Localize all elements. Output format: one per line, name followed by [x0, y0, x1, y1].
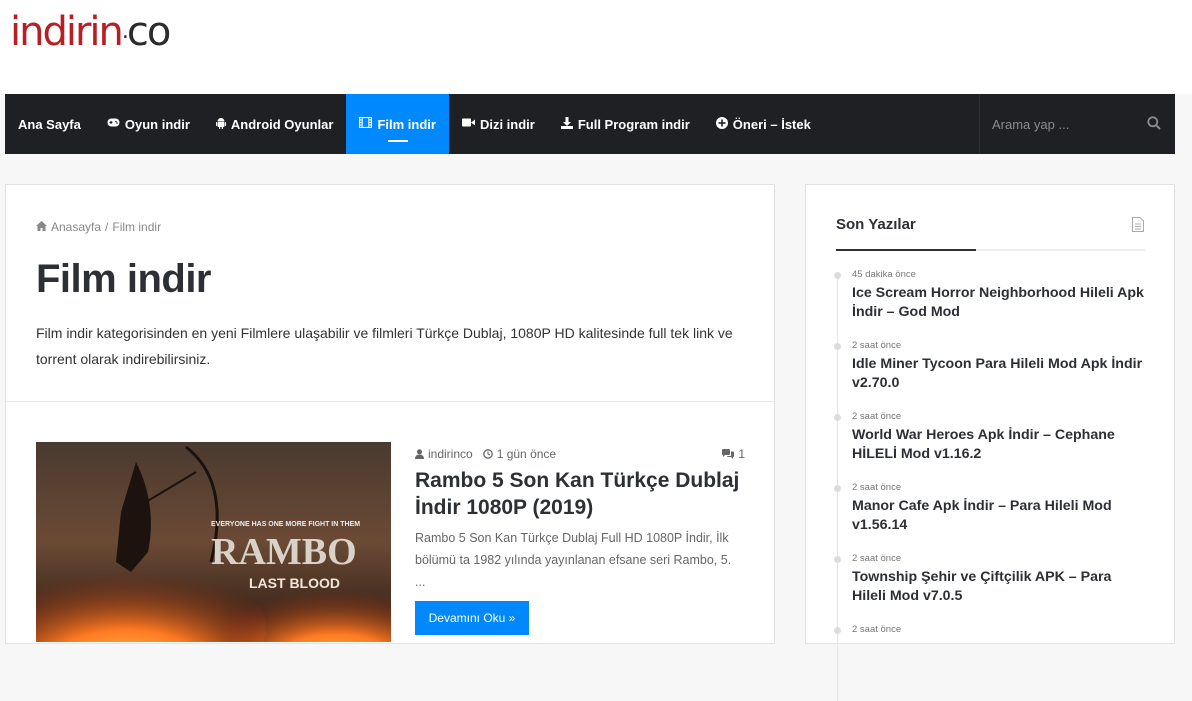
nav-item-label: Öneri – İstek: [732, 116, 811, 132]
timeline-dot: [834, 556, 841, 563]
site-logo[interactable]: indirin. co: [10, 9, 171, 55]
timeline-dot: [834, 485, 841, 492]
sidebar-recent-posts: Son Yazılar 45 dakika önce Ice Scream Ho…: [805, 184, 1175, 701]
breadcrumb: Anasayfa / Film indir: [36, 220, 161, 234]
search-input[interactable]: [992, 116, 1142, 132]
post-time: 45 dakika önce: [852, 269, 916, 280]
film-icon: [359, 116, 373, 131]
category-description: Film indir kategorisinden en yeni Filmle…: [36, 325, 733, 367]
search-icon[interactable]: [1147, 116, 1161, 130]
post-link[interactable]: Manor Cafe Apk İndir – Para Hileli Mod v…: [852, 497, 1145, 535]
widget-title: Son Yazılar: [836, 216, 916, 233]
nav-item-series[interactable]: Dizi indir: [449, 94, 548, 154]
nav-item-movies[interactable]: Film indir: [346, 94, 449, 154]
video-camera-icon: [461, 118, 475, 130]
section-divider: [6, 401, 774, 402]
list-item[interactable]: 2 saat önce: [834, 624, 1145, 701]
thumb-tagline: EVERYONE HAS ONE MORE FIGHT IN THEM: [211, 521, 360, 528]
list-item[interactable]: 2 saat önce Manor Cafe Apk İndir – Para …: [834, 482, 1145, 559]
breadcrumb-current: Film indir: [112, 220, 162, 234]
page-title: Film indir: [36, 257, 212, 301]
post-time: 2 saat önce: [852, 482, 902, 493]
post-excerpt: Rambo 5 Son Kan Türkçe Dublaj Full HD 10…: [415, 531, 732, 589]
download-icon: [560, 116, 573, 132]
nav-item-label: Ana Sayfa: [18, 116, 81, 132]
timeline-dot: [834, 343, 841, 350]
timeline-dot: [834, 627, 841, 634]
post-date: 1 gün önce: [482, 447, 556, 461]
comments-icon: [722, 449, 735, 459]
nav-item-home[interactable]: Ana Sayfa: [5, 94, 94, 154]
logo-text-secondary: co: [126, 9, 171, 55]
search-box: [979, 94, 1175, 154]
list-item[interactable]: 45 dakika önce Ice Scream Horror Neighbo…: [834, 269, 1145, 346]
post-link[interactable]: World War Heroes Apk İndir – Cephane HİL…: [852, 426, 1145, 464]
list-item[interactable]: 2 saat önce World War Heroes Apk İndir –…: [834, 411, 1145, 488]
document-icon: [1132, 217, 1144, 232]
nav-item-label: Film indir: [377, 116, 436, 132]
list-item[interactable]: 2 saat önce Township Şehir ve Çiftçilik …: [834, 553, 1145, 630]
read-more-button[interactable]: Devamını Oku »: [415, 601, 529, 635]
post-link[interactable]: Township Şehir ve Çiftçilik APK – Para H…: [852, 568, 1145, 606]
nav-item-label: Full Program indir: [577, 116, 690, 132]
post-comments[interactable]: 1: [722, 447, 745, 461]
breadcrumb-separator: /: [105, 220, 109, 234]
main-content: Anasayfa / Film indir Film indir Film in…: [5, 184, 775, 644]
nav-item-full-program[interactable]: Full Program indir: [548, 94, 703, 154]
timeline-dot: [834, 272, 841, 279]
logo-text-primary: indirin: [10, 9, 124, 55]
thumb-title: RAMBO: [211, 531, 357, 573]
post-time: 2 saat önce: [852, 553, 902, 564]
gamepad-icon: [107, 118, 120, 130]
nav-item-suggestion[interactable]: Öneri – İstek: [703, 94, 824, 154]
timeline-dot: [834, 414, 841, 421]
post-meta: indirinco 1 gün önce 1: [415, 447, 745, 461]
breadcrumb-home-link[interactable]: Anasayfa: [51, 220, 101, 234]
nav-item-label: Dizi indir: [479, 116, 535, 132]
main-navigation: Ana Sayfa Oyun indir Android Oyunlar Fil…: [5, 94, 1175, 154]
nav-item-label: Android Oyunlar: [230, 116, 334, 132]
widget-title-underline: [836, 249, 1145, 251]
nav-item-label: Oyun indir: [124, 116, 190, 132]
clock-icon: [482, 449, 493, 459]
post-link[interactable]: Ice Scream Horror Neighborhood Hileli Ap…: [852, 284, 1145, 322]
post-time: 2 saat önce: [852, 411, 902, 422]
nav-item-android-games[interactable]: Android Oyunlar: [203, 94, 347, 154]
post-link[interactable]: Idle Miner Tycoon Para Hileli Mod Apk İn…: [852, 355, 1145, 393]
recent-posts-list: 45 dakika önce Ice Scream Horror Neighbo…: [834, 269, 1145, 701]
thumb-subtitle: LAST BLOOD: [249, 575, 340, 591]
nav-item-games[interactable]: Oyun indir: [94, 94, 203, 154]
site-header: indirin. co: [0, 0, 1192, 94]
user-icon: [415, 449, 424, 459]
post-title[interactable]: Rambo 5 Son Kan Türkçe Dublaj İndir 1080…: [415, 467, 745, 521]
plus-circle-icon: [715, 116, 728, 132]
home-icon: [36, 220, 47, 234]
post-time: 2 saat önce: [852, 340, 902, 351]
post-author[interactable]: indirinco: [415, 447, 473, 461]
post-thumbnail[interactable]: EVERYONE HAS ONE MORE FIGHT IN THEM RAMB…: [36, 442, 391, 642]
android-icon: [215, 117, 226, 132]
list-item[interactable]: 2 saat önce Idle Miner Tycoon Para Hilel…: [834, 340, 1145, 417]
post-time: 2 saat önce: [852, 624, 902, 635]
